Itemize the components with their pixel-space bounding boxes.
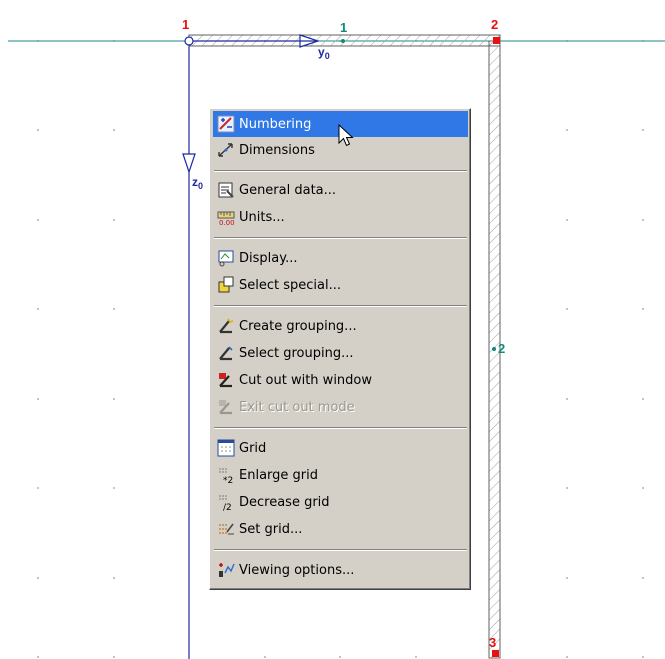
grid-dot — [642, 398, 644, 400]
grid-dot — [566, 129, 568, 131]
units-icon: 0.00 — [217, 208, 235, 226]
element-1-midpoint — [341, 39, 345, 43]
menu-item-select-special[interactable]: Select special... — [213, 272, 468, 298]
z-axis-label: z0 — [192, 175, 204, 191]
menu-item-viewing-options[interactable]: Viewing options... — [213, 557, 468, 583]
menu-item-exit-cut-out-mode[interactable]: Exit cut out mode — [213, 394, 468, 420]
node-3-label: 3 — [489, 635, 497, 650]
node-2-label: 2 — [491, 17, 499, 32]
svg-text:*2: *2 — [223, 476, 233, 484]
grid-dot — [37, 219, 39, 221]
context-menu: Numbering Dimensions General data... 0.0… — [209, 108, 471, 590]
grid-dot — [37, 308, 39, 310]
grid-dot — [37, 577, 39, 579]
grid-dot — [113, 577, 115, 579]
menu-item-cut-out-with-window[interactable]: Cut out with window — [213, 367, 468, 393]
menu-separator — [214, 427, 467, 429]
create-grouping-icon — [217, 317, 235, 335]
menu-item-general-data[interactable]: General data... — [213, 177, 468, 203]
grid-dot — [113, 398, 115, 400]
node-2-marker[interactable] — [493, 37, 500, 44]
menu-item-units[interactable]: 0.00 Units... — [213, 204, 468, 230]
menu-item-label: Decrease grid — [239, 494, 330, 510]
grid-dot — [37, 656, 39, 658]
menu-item-dimensions[interactable]: Dimensions — [213, 137, 468, 163]
grid-dot — [113, 129, 115, 131]
y-axis-label: y0 — [318, 45, 330, 61]
grid-dot — [642, 219, 644, 221]
grid-dot — [566, 398, 568, 400]
node-3-marker[interactable] — [492, 650, 499, 657]
grid-dot — [566, 577, 568, 579]
menu-item-label: Grid — [239, 440, 267, 456]
menu-item-select-grouping[interactable]: Select grouping... — [213, 340, 468, 366]
menu-item-label: General data... — [239, 182, 337, 198]
menu-item-label: Set grid... — [239, 521, 303, 537]
menu-item-label: Create grouping... — [239, 318, 357, 334]
menu-separator — [214, 305, 467, 307]
menu-item-label: Select grouping... — [239, 345, 354, 361]
svg-text:0.00: 0.00 — [219, 219, 235, 226]
menu-item-label: Dimensions — [239, 142, 315, 158]
grid-dot — [566, 219, 568, 221]
grid-dot — [37, 129, 39, 131]
dimensions-icon — [217, 141, 235, 159]
grid-dot — [566, 487, 568, 489]
grid-dot — [113, 308, 115, 310]
element-2-midpoint — [492, 347, 496, 351]
decrease-grid-icon: /2 — [217, 493, 235, 511]
viewing-options-icon — [217, 561, 235, 579]
menu-item-label: Numbering — [239, 116, 312, 132]
menu-item-label: Cut out with window — [239, 372, 373, 388]
grid-dot — [642, 129, 644, 131]
grid-dot — [642, 656, 644, 658]
menu-item-label: Enlarge grid — [239, 467, 318, 483]
node-1-label: 1 — [182, 17, 190, 32]
node-1-marker[interactable] — [184, 36, 194, 46]
menu-item-label: Select special... — [239, 277, 341, 293]
menu-item-set-grid[interactable]: Set grid... — [213, 516, 468, 542]
select-special-icon — [217, 276, 235, 294]
select-grouping-icon — [217, 344, 235, 362]
cut-out-window-icon — [217, 371, 235, 389]
grid-dot — [566, 308, 568, 310]
grid-dot — [264, 656, 266, 658]
menu-separator — [214, 237, 467, 239]
menu-item-label: Display... — [239, 250, 298, 266]
grid-dot — [339, 656, 341, 658]
z-axis-arrow — [182, 153, 196, 174]
menu-item-label: Exit cut out mode — [239, 399, 355, 415]
menu-item-label: Units... — [239, 209, 285, 225]
grid-icon — [217, 439, 235, 457]
menu-item-display[interactable]: Display... — [213, 245, 468, 271]
element-2-label: 2 — [498, 341, 506, 356]
grid-dot — [415, 656, 417, 658]
exit-cut-out-icon — [217, 398, 235, 416]
grid-dot — [566, 656, 568, 658]
menu-item-grid[interactable]: Grid — [213, 435, 468, 461]
grid-dot — [642, 577, 644, 579]
svg-text:/2: /2 — [223, 503, 232, 511]
grid-dot — [642, 487, 644, 489]
menu-item-decrease-grid[interactable]: /2 Decrease grid — [213, 489, 468, 515]
grid-dot — [113, 487, 115, 489]
enlarge-grid-icon: *2 — [217, 466, 235, 484]
set-grid-icon — [217, 520, 235, 538]
element-1-label: 1 — [340, 20, 348, 35]
display-icon — [217, 249, 235, 267]
grid-dot — [113, 656, 115, 658]
menu-item-label: Viewing options... — [239, 562, 355, 578]
menu-item-create-grouping[interactable]: Create grouping... — [213, 313, 468, 339]
menu-separator — [214, 170, 467, 172]
general-data-icon — [217, 181, 235, 199]
menu-separator — [214, 549, 467, 551]
grid-dot — [37, 487, 39, 489]
grid-dot — [642, 308, 644, 310]
grid-dot — [113, 219, 115, 221]
menu-item-numbering[interactable]: Numbering — [213, 111, 468, 137]
menu-item-enlarge-grid[interactable]: *2 Enlarge grid — [213, 462, 468, 488]
grid-dot — [37, 398, 39, 400]
numbering-icon — [217, 115, 235, 133]
